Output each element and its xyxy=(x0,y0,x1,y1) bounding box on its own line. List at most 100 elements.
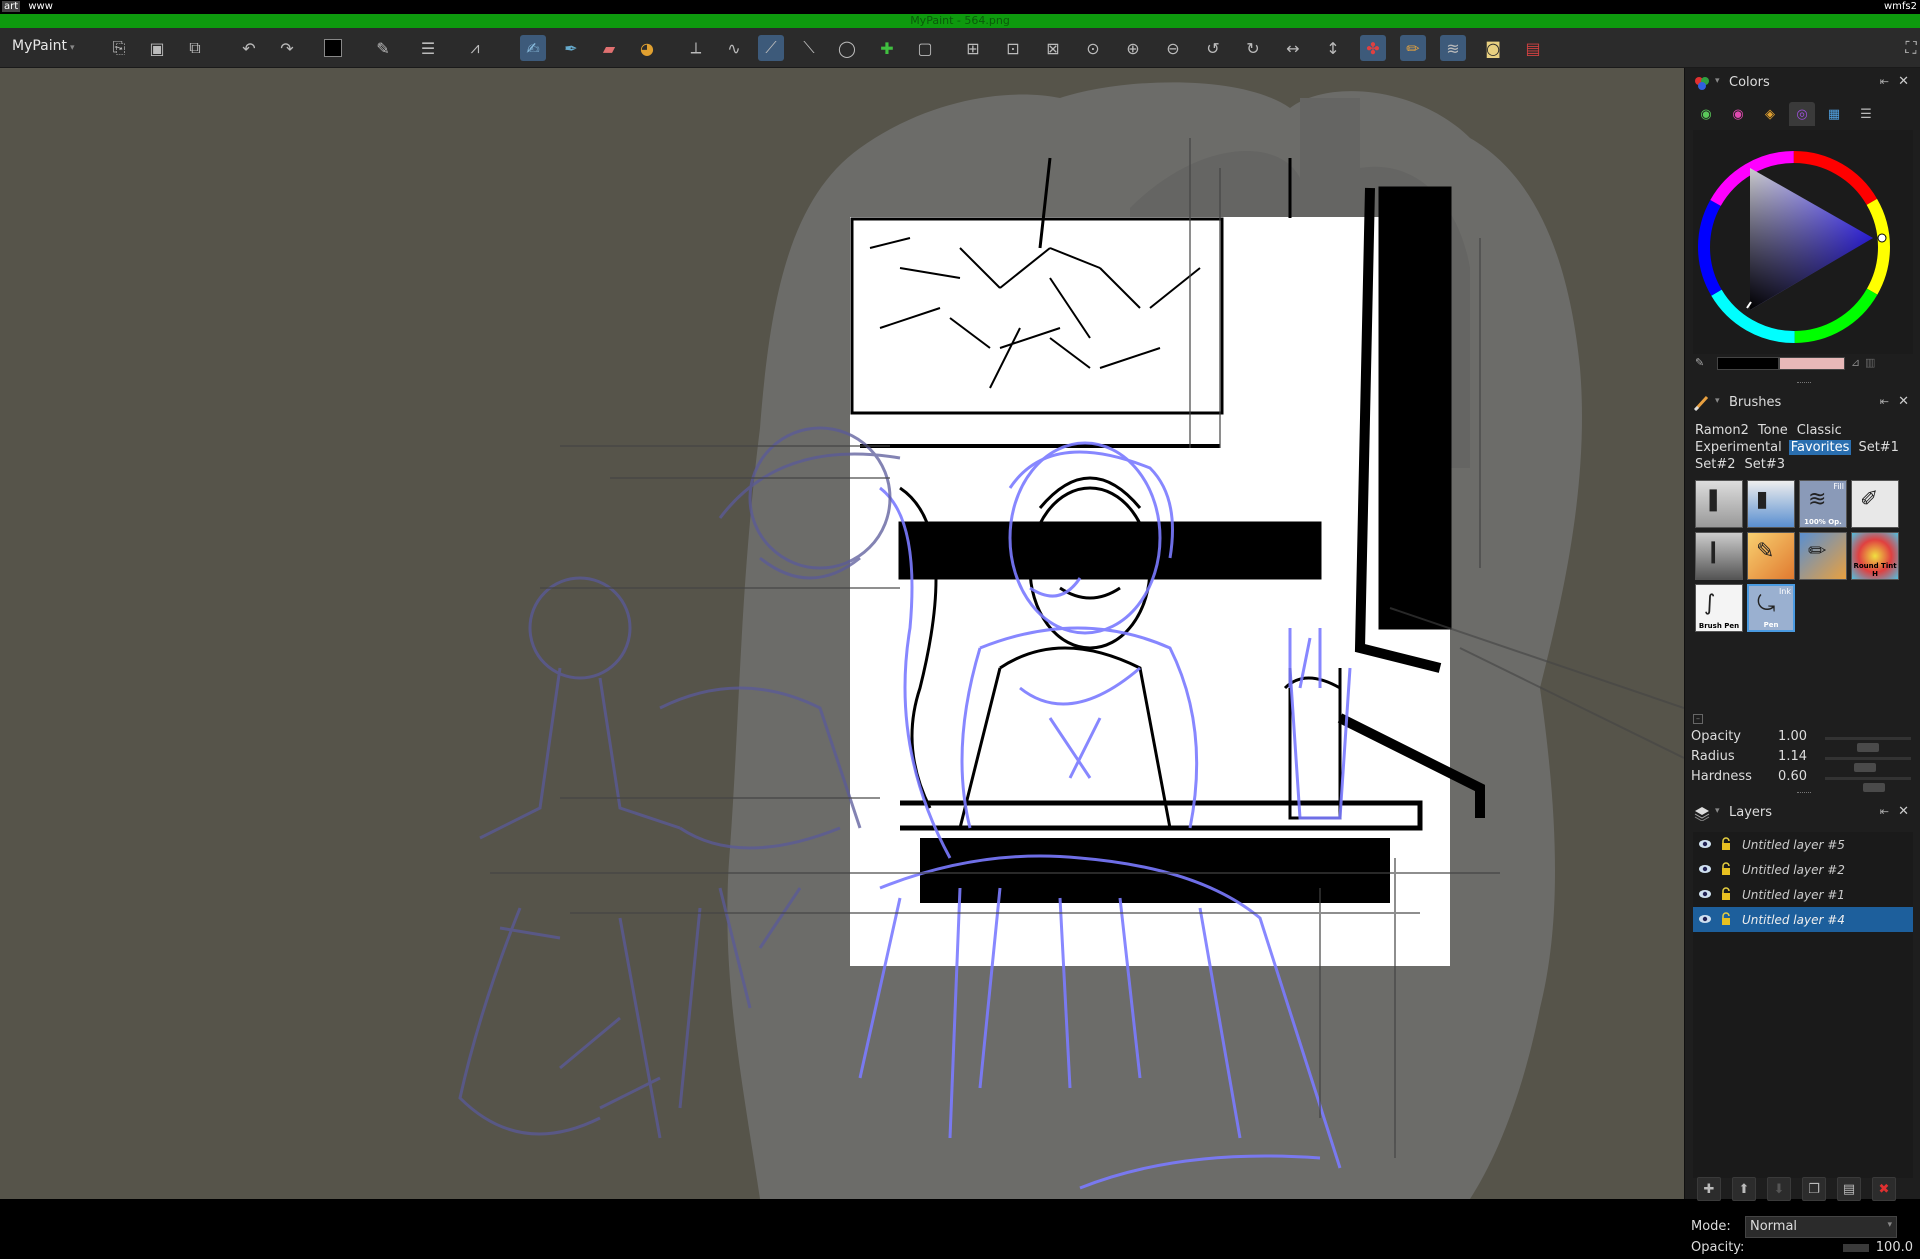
rotate-right-button[interactable]: ↻ xyxy=(1240,35,1266,61)
color-swatch-button[interactable] xyxy=(320,35,346,61)
workspace-tag-art[interactable]: art xyxy=(2,1,21,12)
brush-selector-button[interactable]: ✎ xyxy=(370,35,396,61)
colors-panel-header[interactable]: ▾ Colors ⇤ ✕ xyxy=(1685,70,1920,96)
layers-panel-button[interactable]: ≋ xyxy=(1440,35,1466,61)
color-wheel[interactable] xyxy=(1693,130,1913,354)
layer-menu-button[interactable]: ☰ xyxy=(415,35,441,61)
eye-icon[interactable] xyxy=(1698,887,1712,901)
brush-marker[interactable]: ✎ xyxy=(1747,532,1795,580)
brush-category-set3[interactable]: Set#3 xyxy=(1743,457,1788,472)
brush-airbrush[interactable]: ❚ xyxy=(1695,480,1743,528)
brush-panel-button[interactable]: ✏ xyxy=(1400,35,1426,61)
sets-tab[interactable]: ◈ xyxy=(1757,102,1783,126)
symmetry-button[interactable]: ⩘ xyxy=(462,35,488,61)
eye-icon[interactable] xyxy=(1698,837,1712,851)
pen-button[interactable]: ⟋ xyxy=(758,35,784,61)
brush-category-set2[interactable]: Set#2 xyxy=(1693,457,1738,472)
workspace-tag-www[interactable]: www xyxy=(26,1,55,12)
ellipse-button[interactable]: ◯ xyxy=(834,35,860,61)
brush-brush-pen[interactable]: ∫ Brush Pen xyxy=(1695,584,1743,632)
brush-ink-pen[interactable]: ⤿ Ink Pen xyxy=(1747,584,1795,632)
drawing-canvas[interactable] xyxy=(0,68,1684,1199)
reset-view-button[interactable]: ⊠ xyxy=(1040,35,1066,61)
opacity-slider[interactable] xyxy=(1843,1244,1869,1252)
zoom-fit-button[interactable]: ⊡ xyxy=(1000,35,1026,61)
previous-color-swatch[interactable] xyxy=(1779,357,1845,370)
frame-button[interactable]: ▢ xyxy=(912,35,938,61)
current-color-swatch[interactable] xyxy=(1717,357,1779,370)
lock-icon[interactable] xyxy=(1720,912,1732,926)
line-button[interactable]: ⟍ xyxy=(796,35,822,61)
hcy-tab[interactable]: ◎ xyxy=(1789,102,1815,126)
zoom-out-button[interactable]: ⊖ xyxy=(1160,35,1186,61)
close-icon[interactable]: ✕ xyxy=(1898,394,1909,409)
fullscreen-button[interactable]: ⛶ xyxy=(1898,35,1920,61)
mirror-v-button[interactable]: ↕ xyxy=(1320,35,1346,61)
collapse-icon[interactable]: – xyxy=(1693,714,1703,724)
eraser-button[interactable]: ▰ xyxy=(596,35,622,61)
lock-icon[interactable] xyxy=(1720,862,1732,876)
brushes-panel-header[interactable]: ▾ Brushes ⇤ ✕ xyxy=(1685,390,1920,416)
color-details-icon[interactable]: ⊿ xyxy=(1851,356,1860,369)
add-button[interactable]: ✚ xyxy=(874,35,900,61)
close-icon[interactable]: ✕ xyxy=(1898,804,1909,819)
colors-panel-button[interactable]: ✤ xyxy=(1360,35,1386,61)
palette-tab[interactable]: ◉ xyxy=(1693,102,1719,126)
move-layer-up-button[interactable]: ⬆ xyxy=(1732,1177,1756,1201)
brush-oil-brush[interactable]: ✏ xyxy=(1799,532,1847,580)
freehand-lasso-button[interactable]: ∿ xyxy=(721,35,747,61)
detach-icon[interactable]: ⇤ xyxy=(1880,805,1889,818)
merge-layer-button[interactable]: ▤ xyxy=(1837,1177,1861,1201)
brush-category-experimental[interactable]: Experimental xyxy=(1693,440,1784,455)
layer-row[interactable]: Untitled layer #4 xyxy=(1693,907,1913,932)
brush-category-classic[interactable]: Classic xyxy=(1795,423,1844,438)
slider-knob[interactable] xyxy=(1863,783,1885,792)
eye-icon[interactable] xyxy=(1698,862,1712,876)
wheel-tab[interactable]: ◉ xyxy=(1725,102,1751,126)
freehand-tool-button[interactable]: ✍ xyxy=(520,35,546,61)
canvas[interactable] xyxy=(0,68,1684,1199)
panel-grip[interactable] xyxy=(1797,382,1811,384)
lock-icon[interactable] xyxy=(1720,887,1732,901)
scratchpad-button[interactable]: ◙ xyxy=(1480,35,1506,61)
open-button[interactable]: ⎘ xyxy=(106,35,132,61)
mirror-h-button[interactable]: ↔ xyxy=(1280,35,1306,61)
setting-slider[interactable] xyxy=(1825,757,1911,772)
layer-mode-select[interactable]: Normal ▾ xyxy=(1745,1216,1897,1238)
layer-row[interactable]: Untitled layer #5 xyxy=(1693,832,1913,857)
color-picker-button[interactable]: ◕ xyxy=(634,35,660,61)
rotate-left-button[interactable]: ↺ xyxy=(1200,35,1226,61)
brush-pencil[interactable]: ✐ xyxy=(1851,480,1899,528)
lock-icon[interactable] xyxy=(1720,837,1732,851)
cube-tab[interactable]: ▦ xyxy=(1821,102,1847,126)
app-menu-button[interactable]: MyPaint ▾ xyxy=(12,38,75,54)
add-layer-button[interactable]: ✚ xyxy=(1697,1177,1721,1201)
panel-grip[interactable] xyxy=(1797,792,1811,794)
undo-button[interactable]: ↶ xyxy=(236,35,262,61)
redo-button[interactable]: ↷ xyxy=(274,35,300,61)
brush-eraser[interactable]: ▮ xyxy=(1747,480,1795,528)
fit-view-button[interactable]: ⊞ xyxy=(960,35,986,61)
brush-tint[interactable]: Round Tint H xyxy=(1851,532,1899,580)
zoom-reset-button[interactable]: ⊙ xyxy=(1080,35,1106,61)
export-button[interactable]: ⧉ xyxy=(182,35,208,61)
brush-category-tone[interactable]: Tone xyxy=(1756,423,1790,438)
zoom-in-button[interactable]: ⊕ xyxy=(1120,35,1146,61)
layer-row[interactable]: Untitled layer #2 xyxy=(1693,857,1913,882)
brush-category-favorites[interactable]: Favorites xyxy=(1788,440,1852,455)
move-layer-down-button[interactable]: ⬇ xyxy=(1767,1177,1791,1201)
brush-charcoal[interactable]: ❙ xyxy=(1695,532,1743,580)
delete-layer-button[interactable]: ✖ xyxy=(1872,1177,1896,1201)
layer-row[interactable]: Untitled layer #1 xyxy=(1693,882,1913,907)
brush-fill[interactable]: ≋ Fill 100% Op. xyxy=(1799,480,1847,528)
duplicate-layer-button[interactable]: ❐ xyxy=(1802,1177,1826,1201)
brush-category-ramon2[interactable]: Ramon2 xyxy=(1693,423,1751,438)
inking-tool-button[interactable]: ✒ xyxy=(558,35,584,61)
list-tab[interactable]: ☰ xyxy=(1853,102,1879,126)
eyedropper-icon[interactable]: ✎ xyxy=(1695,356,1709,370)
preview-button[interactable]: ▤ xyxy=(1520,35,1546,61)
detach-icon[interactable]: ⇤ xyxy=(1880,395,1889,408)
close-icon[interactable]: ✕ xyxy=(1898,74,1909,89)
brush-category-set1[interactable]: Set#1 xyxy=(1856,440,1901,455)
layers-panel-header[interactable]: ▾ Layers ⇤ ✕ xyxy=(1685,800,1920,826)
